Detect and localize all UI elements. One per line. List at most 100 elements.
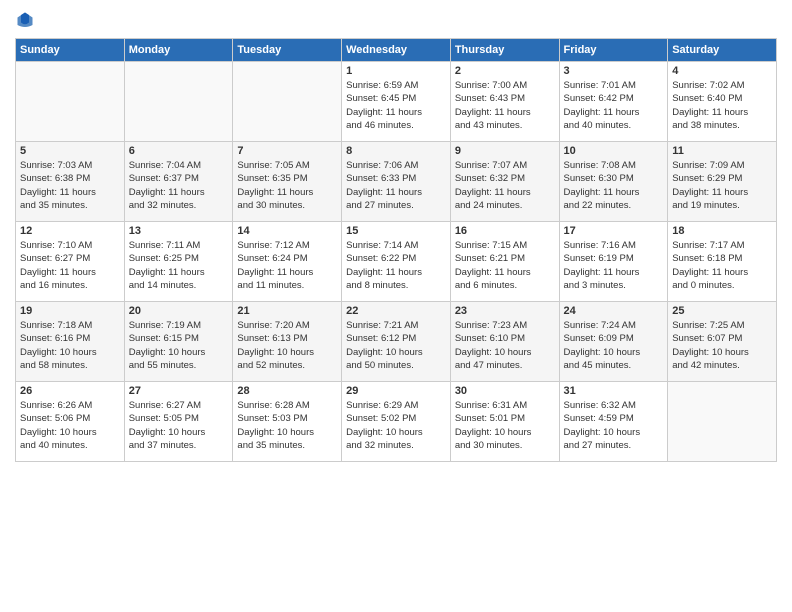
logo <box>15 10 39 30</box>
day-header-saturday: Saturday <box>668 39 777 62</box>
day-info: Sunrise: 6:26 AM Sunset: 5:06 PM Dayligh… <box>20 399 120 452</box>
day-info: Sunrise: 7:05 AM Sunset: 6:35 PM Dayligh… <box>237 159 337 212</box>
calendar-cell <box>668 382 777 462</box>
calendar-cell: 23 Sunrise: 7:23 AM Sunset: 6:10 PM Dayli… <box>450 302 559 382</box>
day-info: Sunrise: 7:24 AM Sunset: 6:09 PM Dayligh… <box>564 319 664 372</box>
day-number: 3 <box>564 65 664 77</box>
calendar-cell: 24 Sunrise: 7:24 AM Sunset: 6:09 PM Dayli… <box>559 302 668 382</box>
day-info: Sunrise: 7:16 AM Sunset: 6:19 PM Dayligh… <box>564 239 664 292</box>
day-number: 23 <box>455 305 555 317</box>
calendar-cell: 19 Sunrise: 7:18 AM Sunset: 6:16 PM Dayli… <box>16 302 125 382</box>
day-info: Sunrise: 7:09 AM Sunset: 6:29 PM Dayligh… <box>672 159 772 212</box>
day-number: 6 <box>129 145 229 157</box>
day-number: 18 <box>672 225 772 237</box>
day-number: 31 <box>564 385 664 397</box>
day-info: Sunrise: 7:11 AM Sunset: 6:25 PM Dayligh… <box>129 239 229 292</box>
calendar-cell: 11 Sunrise: 7:09 AM Sunset: 6:29 PM Dayli… <box>668 142 777 222</box>
day-header-monday: Monday <box>124 39 233 62</box>
calendar-cell: 9 Sunrise: 7:07 AM Sunset: 6:32 PM Daylig… <box>450 142 559 222</box>
day-number: 28 <box>237 385 337 397</box>
day-number: 8 <box>346 145 446 157</box>
calendar-cell <box>233 62 342 142</box>
day-number: 13 <box>129 225 229 237</box>
day-info: Sunrise: 7:17 AM Sunset: 6:18 PM Dayligh… <box>672 239 772 292</box>
day-number: 26 <box>20 385 120 397</box>
day-info: Sunrise: 7:20 AM Sunset: 6:13 PM Dayligh… <box>237 319 337 372</box>
day-info: Sunrise: 7:06 AM Sunset: 6:33 PM Dayligh… <box>346 159 446 212</box>
day-header-sunday: Sunday <box>16 39 125 62</box>
day-info: Sunrise: 6:32 AM Sunset: 4:59 PM Dayligh… <box>564 399 664 452</box>
calendar-week-1: 5Sunrise: 7:03 AM Sunset: 6:38 PM Daylig… <box>16 142 777 222</box>
day-number: 22 <box>346 305 446 317</box>
calendar-cell <box>124 62 233 142</box>
calendar-cell: 6 Sunrise: 7:04 AM Sunset: 6:37 PM Daylig… <box>124 142 233 222</box>
calendar-cell: 27Sunrise: 6:27 AM Sunset: 5:05 PM Dayli… <box>124 382 233 462</box>
day-info: Sunrise: 7:00 AM Sunset: 6:43 PM Dayligh… <box>455 79 555 132</box>
calendar-cell: 21 Sunrise: 7:20 AM Sunset: 6:13 PM Dayli… <box>233 302 342 382</box>
day-info: Sunrise: 7:14 AM Sunset: 6:22 PM Dayligh… <box>346 239 446 292</box>
day-info: Sunrise: 6:59 AM Sunset: 6:45 PM Dayligh… <box>346 79 446 132</box>
calendar-week-3: 19 Sunrise: 7:18 AM Sunset: 6:16 PM Dayli… <box>16 302 777 382</box>
calendar-cell: 29 Sunrise: 6:29 AM Sunset: 5:02 PM Dayli… <box>342 382 451 462</box>
calendar-cell: 26 Sunrise: 6:26 AM Sunset: 5:06 PM Dayli… <box>16 382 125 462</box>
day-info: Sunrise: 7:18 AM Sunset: 6:16 PM Dayligh… <box>20 319 120 372</box>
calendar-cell: 30Sunrise: 6:31 AM Sunset: 5:01 PM Dayli… <box>450 382 559 462</box>
calendar-header-row: SundayMondayTuesdayWednesdayThursdayFrid… <box>16 39 777 62</box>
calendar-cell: 18 Sunrise: 7:17 AM Sunset: 6:18 PM Dayli… <box>668 222 777 302</box>
day-number: 11 <box>672 145 772 157</box>
day-info: Sunrise: 7:15 AM Sunset: 6:21 PM Dayligh… <box>455 239 555 292</box>
day-info: Sunrise: 7:02 AM Sunset: 6:40 PM Dayligh… <box>672 79 772 132</box>
day-info: Sunrise: 7:01 AM Sunset: 6:42 PM Dayligh… <box>564 79 664 132</box>
day-number: 30 <box>455 385 555 397</box>
calendar-table: SundayMondayTuesdayWednesdayThursdayFrid… <box>15 38 777 462</box>
page-header <box>15 10 777 30</box>
day-number: 12 <box>20 225 120 237</box>
calendar-cell: 13 Sunrise: 7:11 AM Sunset: 6:25 PM Dayli… <box>124 222 233 302</box>
calendar-cell: 12 Sunrise: 7:10 AM Sunset: 6:27 PM Dayli… <box>16 222 125 302</box>
calendar-cell: 25Sunrise: 7:25 AM Sunset: 6:07 PM Dayli… <box>668 302 777 382</box>
day-number: 21 <box>237 305 337 317</box>
day-number: 14 <box>237 225 337 237</box>
logo-icon <box>15 10 35 30</box>
day-info: Sunrise: 7:10 AM Sunset: 6:27 PM Dayligh… <box>20 239 120 292</box>
day-info: Sunrise: 7:12 AM Sunset: 6:24 PM Dayligh… <box>237 239 337 292</box>
day-number: 15 <box>346 225 446 237</box>
day-number: 29 <box>346 385 446 397</box>
day-info: Sunrise: 6:28 AM Sunset: 5:03 PM Dayligh… <box>237 399 337 452</box>
calendar-cell: 17 Sunrise: 7:16 AM Sunset: 6:19 PM Dayli… <box>559 222 668 302</box>
calendar-cell: 10Sunrise: 7:08 AM Sunset: 6:30 PM Dayli… <box>559 142 668 222</box>
day-header-thursday: Thursday <box>450 39 559 62</box>
day-info: Sunrise: 7:07 AM Sunset: 6:32 PM Dayligh… <box>455 159 555 212</box>
calendar-cell: 4 Sunrise: 7:02 AM Sunset: 6:40 PM Daylig… <box>668 62 777 142</box>
calendar-cell: 2Sunrise: 7:00 AM Sunset: 6:43 PM Daylig… <box>450 62 559 142</box>
day-number: 19 <box>20 305 120 317</box>
day-info: Sunrise: 7:23 AM Sunset: 6:10 PM Dayligh… <box>455 319 555 372</box>
day-number: 7 <box>237 145 337 157</box>
calendar-cell: 31 Sunrise: 6:32 AM Sunset: 4:59 PM Dayli… <box>559 382 668 462</box>
day-info: Sunrise: 7:21 AM Sunset: 6:12 PM Dayligh… <box>346 319 446 372</box>
day-info: Sunrise: 6:27 AM Sunset: 5:05 PM Dayligh… <box>129 399 229 452</box>
page-container: SundayMondayTuesdayWednesdayThursdayFrid… <box>0 0 792 612</box>
calendar-cell: 14 Sunrise: 7:12 AM Sunset: 6:24 PM Dayli… <box>233 222 342 302</box>
calendar-cell: 3 Sunrise: 7:01 AM Sunset: 6:42 PM Daylig… <box>559 62 668 142</box>
day-number: 17 <box>564 225 664 237</box>
calendar-cell: 1Sunrise: 6:59 AM Sunset: 6:45 PM Daylig… <box>342 62 451 142</box>
calendar-week-4: 26 Sunrise: 6:26 AM Sunset: 5:06 PM Dayli… <box>16 382 777 462</box>
calendar-week-2: 12 Sunrise: 7:10 AM Sunset: 6:27 PM Dayli… <box>16 222 777 302</box>
day-header-friday: Friday <box>559 39 668 62</box>
calendar-cell: 7 Sunrise: 7:05 AM Sunset: 6:35 PM Daylig… <box>233 142 342 222</box>
calendar-cell: 8 Sunrise: 7:06 AM Sunset: 6:33 PM Daylig… <box>342 142 451 222</box>
day-header-tuesday: Tuesday <box>233 39 342 62</box>
day-number: 25 <box>672 305 772 317</box>
day-number: 16 <box>455 225 555 237</box>
day-number: 20 <box>129 305 229 317</box>
calendar-cell: 15 Sunrise: 7:14 AM Sunset: 6:22 PM Dayli… <box>342 222 451 302</box>
day-info: Sunrise: 6:29 AM Sunset: 5:02 PM Dayligh… <box>346 399 446 452</box>
calendar-week-0: 1Sunrise: 6:59 AM Sunset: 6:45 PM Daylig… <box>16 62 777 142</box>
day-number: 24 <box>564 305 664 317</box>
calendar-cell: 5Sunrise: 7:03 AM Sunset: 6:38 PM Daylig… <box>16 142 125 222</box>
calendar-cell: 22 Sunrise: 7:21 AM Sunset: 6:12 PM Dayli… <box>342 302 451 382</box>
day-info: Sunrise: 7:04 AM Sunset: 6:37 PM Dayligh… <box>129 159 229 212</box>
day-number: 9 <box>455 145 555 157</box>
day-number: 4 <box>672 65 772 77</box>
